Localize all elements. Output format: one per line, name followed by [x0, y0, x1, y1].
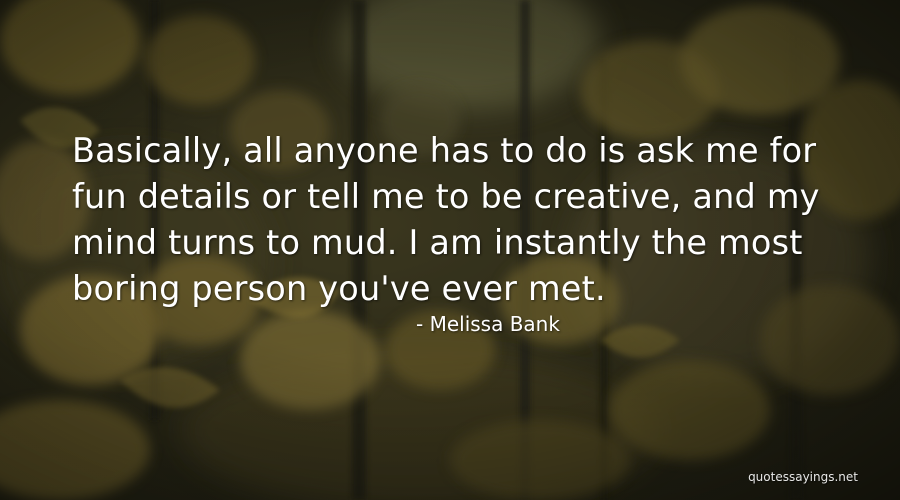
quote-author: - Melissa Bank	[416, 312, 560, 336]
quote-text: Basically, all anyone has to do is ask m…	[72, 128, 872, 312]
quote-block: Basically, all anyone has to do is ask m…	[72, 128, 872, 312]
quote-line: mind turns to mud. I am instantly the mo…	[72, 223, 803, 262]
site-watermark: quotessayings.net	[748, 470, 858, 484]
quote-line: Basically, all anyone has to do is ask m…	[72, 131, 817, 170]
quote-image: Basically, all anyone has to do is ask m…	[0, 0, 900, 500]
quote-line: fun details or tell me to be creative, a…	[72, 177, 820, 216]
quote-line: boring person you've ever met.	[72, 269, 606, 308]
